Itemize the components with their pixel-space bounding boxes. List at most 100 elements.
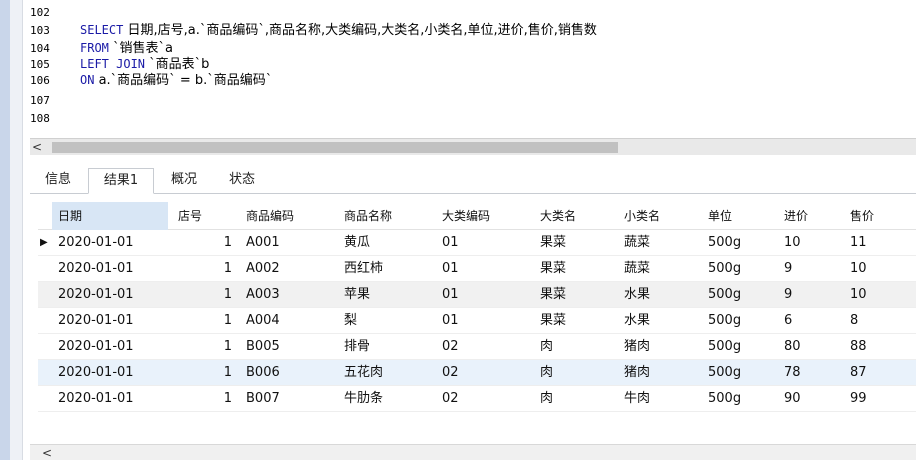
tab-1[interactable]: 结果1 <box>88 168 154 194</box>
table-cell[interactable]: 1 <box>172 256 236 282</box>
column-header[interactable]: 大类名 <box>534 202 614 230</box>
table-cell[interactable]: 90 <box>778 386 840 412</box>
table-cell[interactable]: 80 <box>778 334 840 360</box>
table-cell[interactable]: 02 <box>436 360 530 386</box>
table-cell[interactable]: 2020-01-01 <box>52 282 168 308</box>
table-cell[interactable]: 2020-01-01 <box>52 360 168 386</box>
table-cell[interactable]: 10 <box>844 282 914 308</box>
table-cell[interactable]: 果菜 <box>534 282 614 308</box>
table-cell[interactable]: 99 <box>844 386 914 412</box>
table-row[interactable]: 2020-01-01 1 B007 牛肋条 02 肉牛肉 500g 90 99 <box>38 386 916 412</box>
table-cell[interactable]: 1 <box>172 308 236 334</box>
table-cell[interactable]: 牛肋条 <box>338 386 432 412</box>
column-header[interactable]: 大类编码 <box>436 202 530 230</box>
sql-editor[interactable]: 102 103 SELECT 日期,店号,a.`商品编码`,商品名称,大类编码,大类… <box>30 0 916 140</box>
table-cell[interactable]: 蔬菜 <box>618 230 698 256</box>
table-cell[interactable]: A001 <box>240 230 334 256</box>
column-header[interactable]: 商品名称 <box>338 202 432 230</box>
table-row[interactable]: 2020-01-01 1 A003 苹果 01 果菜 水果 500g 9 10 <box>38 282 916 308</box>
table-cell[interactable]: 9 <box>778 256 840 282</box>
tab-2[interactable]: 概况 <box>156 168 212 194</box>
scrollbar-thumb[interactable] <box>52 142 618 153</box>
table-cell[interactable]: 梨 <box>338 308 432 334</box>
table-cell[interactable]: 排骨 <box>338 334 432 360</box>
table-cell[interactable]: A002 <box>240 256 334 282</box>
table-cell[interactable]: 500g <box>702 308 774 334</box>
table-row[interactable]: ▶ 2020-01-01 1 A001 黄瓜 01 果菜 蔬菜 500g 10 11 <box>38 230 916 256</box>
scroll-left-arrow-icon[interactable]: < <box>32 139 42 155</box>
column-header[interactable]: 单位 <box>702 202 774 230</box>
table-cell[interactable]: 水果 <box>618 282 698 308</box>
table-cell[interactable]: B007 <box>240 386 334 412</box>
table-cell[interactable]: 果菜 <box>534 256 614 282</box>
table-cell[interactable]: 猪肉 <box>618 360 698 386</box>
column-header[interactable]: 小类名 <box>618 202 698 230</box>
column-header[interactable]: 进价 <box>778 202 840 230</box>
table-cell[interactable]: 1 <box>172 360 236 386</box>
column-header[interactable]: 店号 <box>172 202 236 230</box>
column-header[interactable]: 日期 <box>52 202 168 230</box>
table-cell[interactable]: A004 <box>240 308 334 334</box>
editor-horizontal-scrollbar[interactable]: < <box>30 138 916 155</box>
table-cell[interactable]: 2020-01-01 <box>52 308 168 334</box>
table-cell[interactable]: 猪肉 <box>618 334 698 360</box>
table-cell[interactable]: 01 <box>436 230 530 256</box>
grid-horizontal-scrollbar[interactable]: < <box>30 444 916 460</box>
table-cell[interactable]: 500g <box>702 386 774 412</box>
column-header[interactable]: 商品编码 <box>240 202 334 230</box>
table-cell[interactable]: 500g <box>702 282 774 308</box>
table-cell[interactable]: 蔬菜 <box>618 256 698 282</box>
table-cell[interactable]: 8 <box>844 308 914 334</box>
tab-3[interactable]: 状态 <box>214 168 270 194</box>
table-cell[interactable]: 黄瓜 <box>338 230 432 256</box>
tab-0[interactable]: 信息 <box>30 168 86 194</box>
table-row[interactable]: 2020-01-01 1 B005 排骨 02 肉猪肉 500g 80 88 <box>38 334 916 360</box>
table-cell[interactable]: 牛肉 <box>618 386 698 412</box>
table-cell[interactable]: 78 <box>778 360 840 386</box>
table-cell[interactable]: 02 <box>436 334 530 360</box>
table-cell[interactable]: 9 <box>778 282 840 308</box>
column-header[interactable]: 售价 <box>844 202 914 230</box>
table-cell[interactable]: 肉 <box>534 386 614 412</box>
table-row[interactable]: 2020-01-01 1 A004 梨 01 果菜 水果 500g 6 8 <box>38 308 916 334</box>
table-cell[interactable]: 西红柿 <box>338 256 432 282</box>
table-cell[interactable]: 肉 <box>534 360 614 386</box>
table-cell[interactable]: 87 <box>844 360 914 386</box>
table-row[interactable]: 2020-01-01 1 B006 五花肉 02 肉猪肉 500g 78 87 <box>38 360 916 386</box>
table-row[interactable]: 2020-01-01 1 A002 西红柿 01 果菜 蔬菜 500g 9 10 <box>38 256 916 282</box>
table-cell[interactable]: 肉 <box>534 334 614 360</box>
table-cell[interactable]: 2020-01-01 <box>52 256 168 282</box>
sql-keyword: FROM <box>80 41 109 55</box>
table-cell[interactable]: 10 <box>844 256 914 282</box>
table-cell[interactable]: 6 <box>778 308 840 334</box>
table-cell[interactable]: 500g <box>702 256 774 282</box>
table-cell[interactable]: 11 <box>844 230 914 256</box>
table-cell[interactable]: 88 <box>844 334 914 360</box>
table-cell[interactable]: 10 <box>778 230 840 256</box>
table-cell[interactable]: 1 <box>172 230 236 256</box>
table-cell[interactable]: 1 <box>172 386 236 412</box>
current-row-icon: ▶ <box>40 237 48 248</box>
table-cell[interactable]: 500g <box>702 334 774 360</box>
table-cell[interactable]: 1 <box>172 334 236 360</box>
table-cell[interactable]: 01 <box>436 282 530 308</box>
table-cell[interactable]: 2020-01-01 <box>52 386 168 412</box>
table-cell[interactable]: 苹果 <box>338 282 432 308</box>
table-cell[interactable]: 500g <box>702 230 774 256</box>
table-cell[interactable]: 01 <box>436 308 530 334</box>
table-cell[interactable]: 02 <box>436 386 530 412</box>
table-cell[interactable]: B006 <box>240 360 334 386</box>
table-cell[interactable]: 果菜 <box>534 308 614 334</box>
table-cell[interactable]: 五花肉 <box>338 360 432 386</box>
table-cell[interactable]: 2020-01-01 <box>52 334 168 360</box>
table-cell[interactable]: 果菜 <box>534 230 614 256</box>
table-cell[interactable]: 01 <box>436 256 530 282</box>
left-gutter <box>0 0 23 460</box>
table-cell[interactable]: 500g <box>702 360 774 386</box>
scroll-left-arrow-icon[interactable]: < <box>42 445 52 460</box>
table-cell[interactable]: 1 <box>172 282 236 308</box>
table-cell[interactable]: A003 <box>240 282 334 308</box>
table-cell[interactable]: 2020-01-01 <box>52 230 168 256</box>
table-cell[interactable]: B005 <box>240 334 334 360</box>
table-cell[interactable]: 水果 <box>618 308 698 334</box>
